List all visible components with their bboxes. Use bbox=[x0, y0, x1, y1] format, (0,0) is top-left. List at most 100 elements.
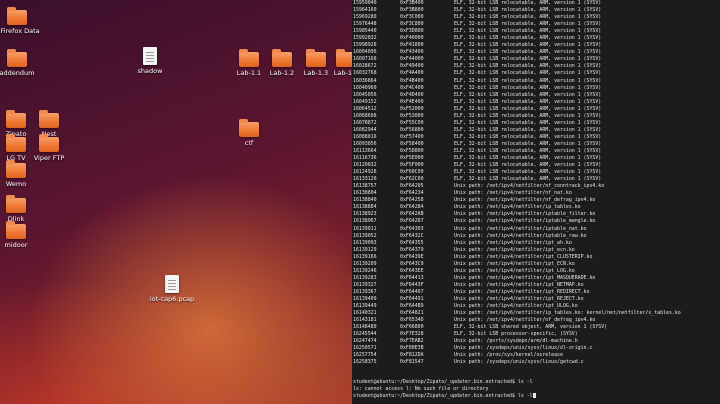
hex-offset: 0xF3D800 bbox=[400, 28, 424, 35]
description: Unix path: /net/ipv4/netfilter/ipt_ECN.k… bbox=[454, 260, 575, 267]
file-iot-cap6-pcap[interactable]: iot-cap6.pcap bbox=[140, 275, 204, 303]
hex-offset: 0xF7EAB2 bbox=[400, 338, 424, 345]
decimal-offset: 16088016 bbox=[353, 133, 377, 140]
terminal-row: 16138884 0xF64284 Unix path: /net/ipv4/net… bbox=[352, 204, 720, 211]
decimal-offset: 16139409 bbox=[353, 295, 377, 302]
text-file-icon bbox=[143, 47, 157, 65]
terminal-row: 16139367 0xF64467 Unix path: /net/ipv4/net… bbox=[352, 289, 720, 296]
description: ELF, 32-bit LSB relocatable, ARM, versio… bbox=[454, 169, 602, 176]
hex-offset: 0xF643EE bbox=[400, 267, 424, 274]
decimal-offset: 15969280 bbox=[353, 14, 377, 21]
decimal-offset: 16139093 bbox=[353, 239, 377, 246]
decimal-offset: 16138757 bbox=[353, 183, 377, 190]
hex-offset: 0xF57400 bbox=[400, 133, 424, 140]
description: Unix path: /net/ipv4/netfilter/iptable_r… bbox=[454, 232, 587, 239]
terminal-row: 16082944 0xF56800 ELF, 32-bit LSB relocata… bbox=[352, 127, 720, 134]
decimal-offset: 15959040 bbox=[353, 0, 377, 6]
hex-offset: 0xF64258 bbox=[400, 197, 424, 204]
decimal-offset: 16138804 bbox=[353, 190, 377, 197]
description: ELF, 32-bit LSB relocatable, ARM, versio… bbox=[454, 176, 602, 183]
decimal-offset: 16040960 bbox=[353, 84, 377, 91]
hex-offset: 0xF64355 bbox=[400, 239, 424, 246]
description: ELF, 32-bit LSB shared object, ARM, vers… bbox=[454, 324, 608, 331]
hex-offset: 0xF64821 bbox=[400, 310, 424, 317]
terminal-row: 16040960 0xF4C400 ELF, 32-bit LSB relocata… bbox=[352, 85, 720, 92]
hex-offset: 0xF812DA bbox=[400, 352, 424, 359]
terminal-row: 16148480 0xF66800 ELF, 32-bit LSB shared o… bbox=[352, 324, 720, 331]
decimal-offset: 16258375 bbox=[353, 359, 377, 366]
description: Unix path: /net/ipv4/netfilter/ipt_LOG.k… bbox=[454, 267, 575, 274]
decimal-offset: 16250571 bbox=[353, 345, 377, 352]
decimal-offset: 15976448 bbox=[353, 21, 377, 28]
terminal-row: 16120832 0xF5F000 ELF, 32-bit LSB relocata… bbox=[352, 162, 720, 169]
terminal-row: 16139166 0xF6439E Unix path: /net/ipv4/net… bbox=[352, 254, 720, 261]
decimal-offset: 16247474 bbox=[353, 338, 377, 345]
terminal-row: 16258375 0xF81547 Unix path: /sysdeps/unix… bbox=[352, 359, 720, 366]
hex-offset: 0xF4A400 bbox=[400, 70, 424, 77]
decimal-offset: 16139449 bbox=[353, 303, 377, 310]
hex-offset: 0xF4B400 bbox=[400, 77, 424, 84]
folder-nest[interactable]: Nest bbox=[17, 110, 81, 138]
terminal-row: 15969280 0xF3C000 ELF, 32-bit LSB relocata… bbox=[352, 14, 720, 21]
description: Unix path: /proc/sys/kernel/osrelease bbox=[454, 352, 563, 359]
folder-midoor[interactable]: midoor bbox=[0, 221, 48, 249]
folder-viper-ftp[interactable]: Viper FTP bbox=[17, 134, 81, 162]
description: ELF, 32-bit LSB relocatable, ARM, versio… bbox=[454, 126, 602, 133]
terminal-row: 15959040 0xF3B400 ELF, 32-bit LSB relocata… bbox=[352, 0, 720, 7]
icon-label: midoor bbox=[4, 241, 28, 249]
hex-offset: 0xF49400 bbox=[400, 63, 424, 70]
description: Unix path: /net/ipv4/netfilter/nf_conntr… bbox=[454, 183, 605, 190]
description: ELF, 32-bit LSB relocatable, ARM, versio… bbox=[454, 91, 602, 98]
terminal-window[interactable]: 15959040 0xF3B400 ELF, 32-bit LSB relocata… bbox=[352, 0, 720, 404]
decimal-offset: 15964160 bbox=[353, 7, 377, 14]
hex-offset: 0xF58400 bbox=[400, 140, 424, 147]
terminal-row: 16138923 0xF642AB Unix path: /net/ipv4/net… bbox=[352, 211, 720, 218]
hex-offset: 0xF4D400 bbox=[400, 91, 424, 98]
terminal-row: 16247474 0xF7EAB2 Unix path: /ports/sysdep… bbox=[352, 338, 720, 345]
pcap-file-icon bbox=[165, 275, 179, 293]
decimal-offset: 16049152 bbox=[353, 98, 377, 105]
description: ELF, 32-bit LSB relocatable, ARM, versio… bbox=[454, 112, 602, 119]
folder-icon bbox=[6, 160, 26, 178]
decimal-offset: 16139052 bbox=[353, 232, 377, 239]
hex-offset: 0xF6534D bbox=[400, 317, 424, 324]
hex-offset: 0xF64379 bbox=[400, 246, 424, 253]
terminal-row: 16138804 0xF64234 Unix path: /net/ipv4/net… bbox=[352, 190, 720, 197]
folder-icon bbox=[6, 221, 26, 239]
hex-offset: 0xF5D800 bbox=[400, 147, 424, 154]
hex-offset: 0xF3B800 bbox=[400, 7, 424, 14]
terminal-input-line[interactable]: student@ubuntu:~/Desktop/Zipato/_updater… bbox=[353, 393, 536, 400]
decimal-offset: 16139011 bbox=[353, 225, 377, 232]
description: Unix path: /net/ipv4/netfilter/ipt_CLUST… bbox=[454, 253, 593, 260]
folder-ctf[interactable]: ctf bbox=[217, 119, 281, 147]
folder-addendum[interactable]: addendum bbox=[0, 49, 49, 77]
decimal-offset: 16143181 bbox=[353, 317, 377, 324]
description: ELF, 32-bit LSB relocatable, ARM, versio… bbox=[454, 105, 602, 112]
terminal-row: 16093056 0xF58400 ELF, 32-bit LSB relocata… bbox=[352, 141, 720, 148]
folder-wemo[interactable]: Wemo bbox=[0, 160, 48, 188]
decimal-offset: 16082944 bbox=[353, 126, 377, 133]
hex-offset: 0xF3B400 bbox=[400, 0, 424, 6]
terminal-row: 16116736 0xF5E000 ELF, 32-bit LSB relocata… bbox=[352, 155, 720, 162]
description: Unix path: /net/ipv4/netfilter/nf_defrag… bbox=[454, 317, 596, 324]
terminal-row: 16088016 0xF57400 ELF, 32-bit LSB relocata… bbox=[352, 134, 720, 141]
folder-dlink[interactable]: Dlink bbox=[0, 195, 48, 223]
hex-offset: 0xF64205 bbox=[400, 183, 424, 190]
decimal-offset: 16139246 bbox=[353, 267, 377, 274]
description: ELF, 32-bit LSB relocatable, ARM, versio… bbox=[454, 84, 602, 91]
description: ELF, 32-bit LSB relocatable, ARM, versio… bbox=[454, 70, 602, 77]
decimal-offset: 16007168 bbox=[353, 56, 377, 63]
terminal-row: 16139409 0xF64491 Unix path: /net/ipv4/net… bbox=[352, 296, 720, 303]
folder-icon bbox=[239, 119, 259, 137]
folder-icon bbox=[39, 134, 59, 152]
folder-firefox-data[interactable]: d Firefox Data bbox=[0, 7, 49, 35]
description: ELF, 32-bit LSB relocatable, ARM, versio… bbox=[454, 63, 602, 70]
decimal-offset: 16139283 bbox=[353, 274, 377, 281]
terminal-row: 16124928 0xF60C00 ELF, 32-bit LSB relocata… bbox=[352, 169, 720, 176]
file-shadow[interactable]: shadow bbox=[118, 47, 182, 75]
terminal-prompt-line: student@ubuntu:~/Desktop/Zipato/_updater… bbox=[353, 379, 533, 385]
hex-offset: 0xF644B9 bbox=[400, 303, 424, 310]
folder-icon bbox=[7, 49, 27, 67]
description: Unix path: /net/ipv4/netfilter/ipt_ah.ko bbox=[454, 239, 572, 246]
terminal-row: 15985440 0xF3D800 ELF, 32-bit LSB relocata… bbox=[352, 28, 720, 35]
